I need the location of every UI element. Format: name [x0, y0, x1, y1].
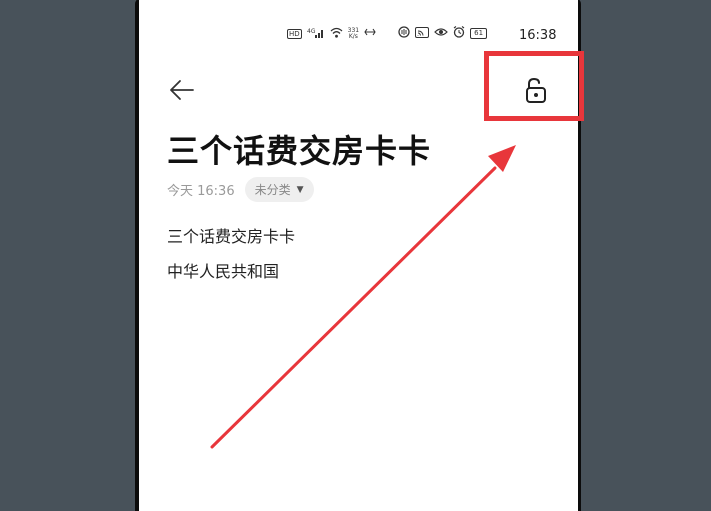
- status-time: 16:38: [519, 28, 557, 43]
- wifi-icon: [330, 27, 343, 41]
- screenshot-stage: HD 4G 331 K/s 61 16:38 三个话费交房卡卡 今天 16:36…: [0, 0, 711, 511]
- hotspot-icon: [364, 27, 376, 41]
- note-body-line[interactable]: 三个话费交房卡卡: [167, 223, 295, 247]
- category-label: 未分类: [254, 183, 291, 197]
- note-title[interactable]: 三个话费交房卡卡: [167, 126, 431, 172]
- note-meta: 今天 16:36 未分类 ▼: [167, 177, 314, 202]
- nfc-icon: [398, 26, 410, 41]
- network-speed: 331 K/s: [348, 27, 359, 40]
- annotation-highlight-box: [484, 51, 584, 121]
- note-timestamp: 今天 16:36: [167, 184, 235, 199]
- alarm-icon: [453, 26, 465, 41]
- arrow-left-icon[interactable]: [167, 78, 195, 102]
- eye-comfort-icon: [434, 27, 448, 40]
- battery-icon: 61: [470, 28, 488, 39]
- svg-text:4G: 4G: [307, 28, 316, 35]
- screencast-icon: [415, 26, 430, 41]
- category-dropdown[interactable]: 未分类 ▼: [244, 177, 314, 202]
- status-icons: HD 4G 331 K/s 61: [287, 26, 488, 41]
- network-speed-unit: K/s: [348, 32, 358, 40]
- note-body-line[interactable]: 中华人民共和国: [167, 258, 279, 282]
- caret-down-icon: ▼: [296, 184, 304, 195]
- cellular-signal-icon: 4G: [307, 27, 325, 41]
- status-bar: HD 4G 331 K/s 61 16:38: [139, 0, 578, 43]
- hd-icon: HD: [287, 28, 302, 39]
